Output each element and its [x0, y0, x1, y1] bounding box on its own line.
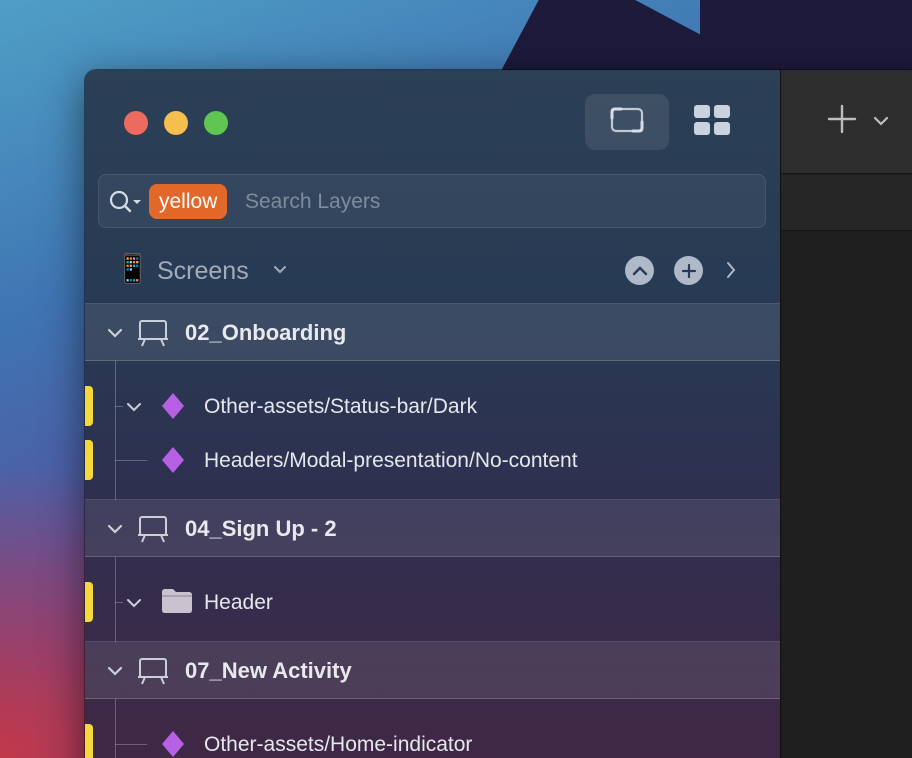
- single-canvas-icon: [609, 106, 645, 139]
- artboard-group-header[interactable]: 02_Onboarding: [85, 303, 780, 361]
- single-canvas-view-button[interactable]: [585, 94, 669, 150]
- artboard-icon: [137, 318, 169, 353]
- search-input[interactable]: [245, 185, 745, 219]
- artboard-group-header[interactable]: 04_Sign Up - 2: [85, 499, 780, 557]
- layer-row[interactable]: Headers/Modal-presentation/No-content: [85, 437, 780, 483]
- artboard-name: 04_Sign Up - 2: [185, 516, 337, 541]
- add-page-button[interactable]: [674, 256, 703, 285]
- maximize-window-button[interactable]: [204, 111, 228, 135]
- tab-bar: [781, 175, 912, 231]
- symbol-icon: [161, 446, 185, 479]
- canvas-area: [780, 70, 912, 758]
- artboard-icon: [137, 514, 169, 549]
- yellow-tag-indicator: [85, 582, 93, 622]
- page-title[interactable]: Screens: [157, 254, 249, 288]
- plus-icon: [827, 104, 857, 134]
- collapse-all-button[interactable]: [625, 256, 654, 285]
- yellow-tag-indicator: [85, 724, 93, 758]
- chevron-down-icon[interactable]: [126, 400, 142, 418]
- tree-line: [115, 460, 147, 461]
- color-filter-token[interactable]: yellow: [149, 184, 228, 219]
- chevron-down-icon[interactable]: [126, 596, 142, 614]
- chevron-down-icon[interactable]: [873, 114, 889, 132]
- tree-line: [115, 744, 147, 745]
- layers-sidebar: yellow 📱 Screens: [85, 70, 780, 758]
- folder-icon: [161, 588, 193, 619]
- layer-row[interactable]: Other-assets/Status-bar/Dark: [85, 383, 780, 429]
- tree-line: [115, 602, 123, 603]
- minimize-window-button[interactable]: [164, 111, 188, 135]
- yellow-tag-indicator: [85, 386, 93, 426]
- layer-name: Header: [204, 591, 273, 614]
- plus-icon: [681, 263, 696, 278]
- artboard-icon: [137, 656, 169, 691]
- artboard-name: 02_Onboarding: [185, 320, 347, 345]
- yellow-tag-indicator: [85, 440, 93, 480]
- layer-row[interactable]: Other-assets/Home-indicator: [85, 721, 780, 758]
- tree-line: [115, 699, 116, 758]
- search-icon[interactable]: [109, 189, 143, 220]
- symbol-icon: [161, 392, 185, 425]
- app-window: yellow 📱 Screens: [84, 69, 912, 758]
- chevron-down-icon[interactable]: [107, 522, 123, 540]
- chevron-down-icon[interactable]: [107, 664, 123, 682]
- close-window-button[interactable]: [124, 111, 148, 135]
- chevron-right-icon: [727, 262, 736, 278]
- artboard-group-header[interactable]: 07_New Activity: [85, 641, 780, 699]
- screens-page-selector: 📱 Screens: [115, 250, 755, 292]
- chevron-up-icon: [632, 265, 647, 275]
- grid-view-button[interactable]: [670, 94, 754, 150]
- layer-name: Headers/Modal-presentation/No-content: [204, 449, 578, 472]
- tree-line: [115, 406, 123, 407]
- insert-button[interactable]: [827, 104, 857, 140]
- phone-icon: 📱: [115, 253, 150, 284]
- chevron-down-icon[interactable]: [107, 326, 123, 344]
- layer-row[interactable]: Header: [85, 579, 780, 625]
- next-page-button[interactable]: [725, 260, 737, 285]
- chevron-down-icon[interactable]: [273, 262, 287, 280]
- layer-name: Other-assets/Home-indicator: [204, 733, 473, 756]
- layer-name: Other-assets/Status-bar/Dark: [204, 395, 478, 418]
- artboard-name: 07_New Activity: [185, 658, 352, 683]
- tree-line: [115, 361, 116, 500]
- symbol-icon: [161, 730, 185, 758]
- tree-line: [115, 557, 116, 642]
- search-layers-field[interactable]: yellow: [98, 174, 766, 228]
- toolbar: [781, 70, 912, 174]
- desktop-wallpaper-shape: [700, 0, 912, 80]
- grid-view-icon: [694, 104, 730, 140]
